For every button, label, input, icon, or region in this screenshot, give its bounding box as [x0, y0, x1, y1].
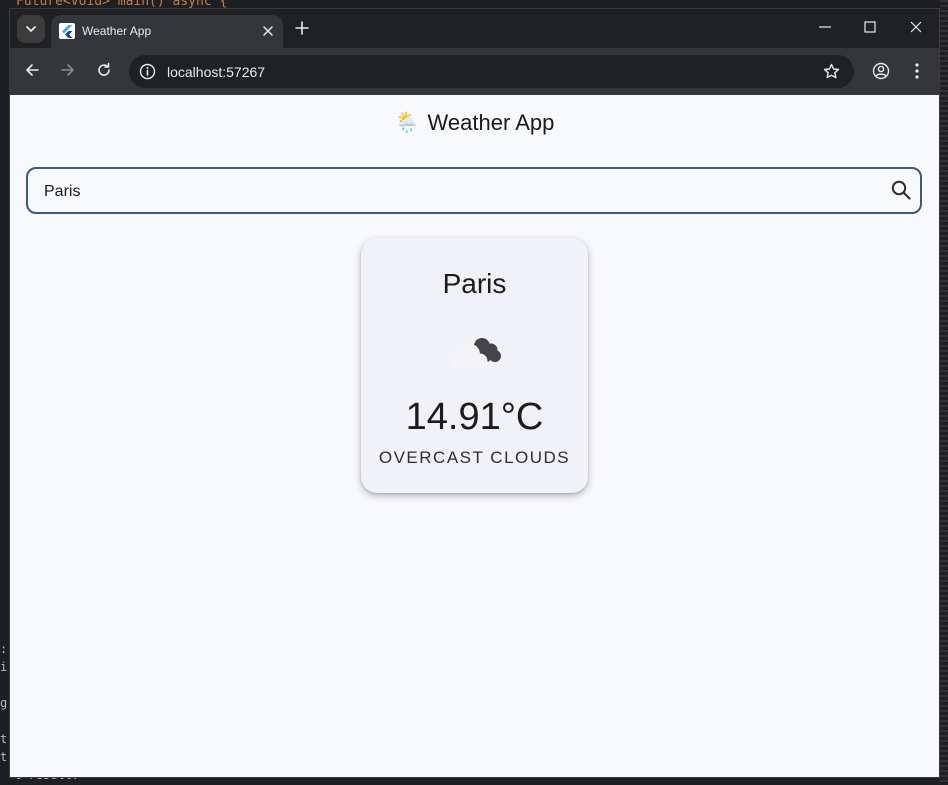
city-name: Paris [442, 268, 507, 299]
tab-title: Weather App [82, 24, 152, 38]
address-bar[interactable]: localhost:57267 [129, 55, 854, 88]
search-field[interactable] [26, 167, 922, 214]
reload-icon[interactable] [96, 62, 112, 78]
chevron-down-icon [26, 26, 36, 32]
menu-kebab-icon[interactable] [909, 62, 925, 80]
close-tab-icon[interactable] [261, 24, 275, 38]
weather-emoji-icon: 🌦️ [394, 112, 420, 134]
tab-strip: Weather App [10, 9, 939, 48]
active-tab[interactable]: Weather App [51, 15, 283, 48]
back-arrow-icon[interactable] [24, 62, 40, 78]
new-tab-icon[interactable] [294, 20, 310, 36]
forward-arrow-icon[interactable] [60, 62, 76, 78]
site-info-icon[interactable] [139, 63, 156, 80]
app-bar: 🌦️ Weather App [10, 95, 939, 151]
overcast-clouds-icon [452, 338, 501, 369]
url-text[interactable]: localhost:57267 [167, 64, 265, 80]
temperature: 14.91°C [405, 396, 544, 438]
flutter-favicon-icon [59, 23, 75, 39]
weather-card: Paris 14.91°C OVERCAST CLOUDS [361, 238, 588, 493]
search-input[interactable] [42, 169, 866, 214]
search-icon[interactable] [890, 179, 912, 201]
profile-icon[interactable] [872, 62, 890, 80]
maximize-icon[interactable] [863, 20, 877, 34]
weather-description: OVERCAST CLOUDS [378, 448, 571, 467]
browser-toolbar: localhost:57267 [10, 48, 939, 95]
bookmark-star-icon[interactable] [823, 63, 840, 80]
background-minimap [940, 0, 948, 785]
minimize-icon[interactable] [818, 20, 832, 34]
close-window-icon[interactable] [909, 20, 923, 34]
app-title: Weather App [427, 110, 555, 135]
background-code-line: Future<void> main() async { [16, 0, 228, 9]
browser-window: Weather App localhost:57267 🌦️ Weather A… [10, 9, 939, 777]
tab-search-button[interactable] [17, 15, 45, 43]
page-content: 🌦️ Weather App Paris Paris 14.91°C OVERC… [10, 95, 939, 777]
